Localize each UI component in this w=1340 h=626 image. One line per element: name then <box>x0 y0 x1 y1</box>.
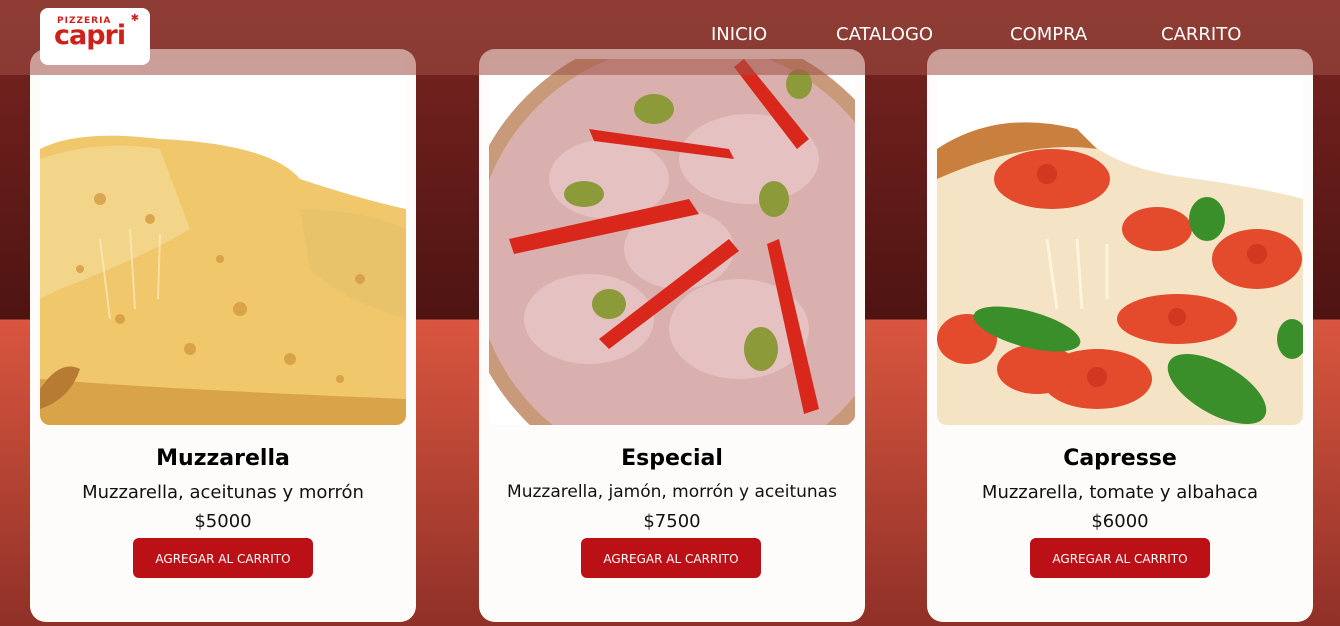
nav-compra[interactable]: COMPRA <box>1010 24 1087 45</box>
pizzeria-logo[interactable]: PIZZERIA capri ✱ <box>40 8 150 65</box>
nav-catalogo[interactable]: CATALOGO <box>836 24 933 45</box>
nav-carrito[interactable]: CARRITO <box>1161 24 1241 45</box>
product-description: Muzzarella, aceitunas y morrón <box>82 482 364 503</box>
product-name: Especial <box>621 446 723 471</box>
product-price: $5000 <box>194 511 252 532</box>
add-to-cart-button[interactable]: AGREGAR AL CARRITO <box>133 538 313 578</box>
logo-title: capri <box>54 20 126 51</box>
product-card-muzzarella: Muzzarella Muzzarella, aceitunas y morró… <box>30 49 416 622</box>
product-name: Muzzarella <box>156 446 290 471</box>
product-description: Muzzarella, tomate y albahaca <box>981 482 1259 503</box>
logo-star-icon: ✱ <box>130 13 139 24</box>
product-price: $6000 <box>1091 511 1149 532</box>
top-navbar <box>0 0 1340 75</box>
product-name: Capresse <box>1063 446 1177 471</box>
add-to-cart-button[interactable]: AGREGAR AL CARRITO <box>581 538 761 578</box>
product-card-capresse: Capresse Muzzarella, tomate y albahaca $… <box>927 49 1313 622</box>
product-price: $7500 <box>643 511 701 532</box>
especial-pizza-image <box>489 59 855 425</box>
product-card-especial: Especial Muzzarella, jamón, morrón y ace… <box>479 49 865 622</box>
capresse-pizza-image <box>937 59 1303 425</box>
add-to-cart-button[interactable]: AGREGAR AL CARRITO <box>1030 538 1210 578</box>
product-description: Muzzarella, jamón, morrón y aceitunas <box>507 482 837 502</box>
nav-inicio[interactable]: INICIO <box>711 24 767 45</box>
muzzarella-pizza-image <box>40 59 406 425</box>
